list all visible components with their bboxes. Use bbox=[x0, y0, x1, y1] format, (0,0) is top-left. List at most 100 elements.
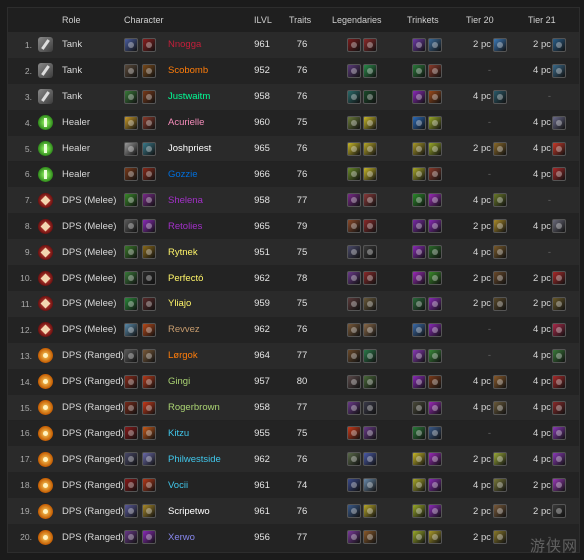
class-icon[interactable] bbox=[142, 400, 156, 415]
legendary-item-icon[interactable] bbox=[347, 167, 361, 182]
trinket-item-icon[interactable] bbox=[428, 271, 442, 286]
legendary-item-icon[interactable] bbox=[363, 452, 377, 467]
legendary-item-icon[interactable] bbox=[347, 504, 361, 519]
legendary-item-icon[interactable] bbox=[363, 530, 377, 545]
hunter-spec-icon[interactable] bbox=[124, 374, 138, 389]
legendary-item-icon[interactable] bbox=[363, 167, 377, 182]
tier20-set-icon[interactable] bbox=[493, 478, 507, 493]
header-trinkets[interactable]: Trinkets bbox=[407, 15, 439, 25]
trinket-item-icon[interactable] bbox=[412, 374, 426, 389]
character-name[interactable]: Joshpriest bbox=[168, 136, 211, 162]
warrior-spec-icon[interactable] bbox=[124, 322, 138, 337]
trinket-item-icon[interactable] bbox=[428, 89, 442, 104]
tier20-set-icon[interactable] bbox=[493, 271, 507, 286]
table-row[interactable]: 13. DPS (Ranged) Lørgok 964 77 - 4 pc bbox=[8, 342, 579, 369]
balance-spec-icon[interactable] bbox=[124, 348, 138, 363]
tier21-set-icon[interactable] bbox=[552, 322, 566, 337]
tier20-set-icon[interactable] bbox=[493, 219, 507, 234]
table-row[interactable]: 12. DPS (Melee) Revvez 962 76 - 4 pc bbox=[8, 316, 579, 343]
legendary-item-icon[interactable] bbox=[347, 452, 361, 467]
header-tier20[interactable]: Tier 20 bbox=[466, 15, 494, 25]
character-name[interactable]: Kitzu bbox=[168, 421, 189, 447]
class-icon[interactable] bbox=[142, 478, 156, 493]
legendary-item-icon[interactable] bbox=[347, 478, 361, 493]
trinket-item-icon[interactable] bbox=[412, 504, 426, 519]
legendary-item-icon[interactable] bbox=[363, 504, 377, 519]
legendary-item-icon[interactable] bbox=[347, 245, 361, 260]
hunter-spec-icon[interactable] bbox=[124, 400, 138, 415]
legendary-item-icon[interactable] bbox=[363, 89, 377, 104]
character-name[interactable]: Rytnek bbox=[168, 239, 198, 265]
character-name[interactable]: Scripetwo bbox=[168, 498, 210, 524]
trinket-item-icon[interactable] bbox=[428, 478, 442, 493]
class-icon[interactable] bbox=[142, 322, 156, 337]
header-role[interactable]: Role bbox=[62, 15, 81, 25]
legendary-item-icon[interactable] bbox=[363, 400, 377, 415]
table-row[interactable]: 15. DPS (Ranged) Rogerbrown 958 77 4 pc 4 pc bbox=[8, 394, 579, 421]
character-name[interactable]: Philwestside bbox=[168, 446, 221, 472]
trinket-item-icon[interactable] bbox=[428, 348, 442, 363]
character-name[interactable]: Shelena bbox=[168, 187, 203, 213]
character-name[interactable]: Revvez bbox=[168, 317, 200, 343]
trinket-item-icon[interactable] bbox=[412, 452, 426, 467]
class-icon[interactable] bbox=[142, 374, 156, 389]
tier20-set-icon[interactable] bbox=[493, 530, 507, 545]
brewmaster-spec-icon[interactable] bbox=[124, 89, 138, 104]
trinket-item-icon[interactable] bbox=[428, 193, 442, 208]
trinket-item-icon[interactable] bbox=[428, 322, 442, 337]
character-name[interactable]: Perfectó bbox=[168, 265, 203, 291]
tier20-set-icon[interactable] bbox=[493, 452, 507, 467]
legendary-item-icon[interactable] bbox=[363, 37, 377, 52]
trinket-item-icon[interactable] bbox=[428, 219, 442, 234]
character-name[interactable]: Rogerbrown bbox=[168, 395, 220, 421]
legendary-item-icon[interactable] bbox=[363, 193, 377, 208]
trinket-item-icon[interactable] bbox=[428, 296, 442, 311]
table-row[interactable]: 4. Healer Acurielle 960 75 - 4 pc bbox=[8, 109, 579, 136]
tier20-set-icon[interactable] bbox=[493, 504, 507, 519]
class-icon[interactable] bbox=[142, 193, 156, 208]
rogue-spec-icon[interactable] bbox=[124, 245, 138, 260]
trinket-item-icon[interactable] bbox=[428, 374, 442, 389]
legendary-item-icon[interactable] bbox=[347, 89, 361, 104]
tier21-set-icon[interactable] bbox=[552, 374, 566, 389]
class-icon[interactable] bbox=[142, 452, 156, 467]
tier20-set-icon[interactable] bbox=[493, 37, 507, 52]
legendary-item-icon[interactable] bbox=[347, 348, 361, 363]
mage-spec-icon[interactable] bbox=[124, 478, 138, 493]
rogue-spec-icon[interactable] bbox=[124, 271, 138, 286]
class-icon[interactable] bbox=[142, 271, 156, 286]
trinket-item-icon[interactable] bbox=[412, 478, 426, 493]
tier21-set-icon[interactable] bbox=[552, 296, 566, 311]
header-ilvl[interactable]: ILVL bbox=[254, 15, 272, 25]
tier21-set-icon[interactable] bbox=[552, 504, 566, 519]
trinket-item-icon[interactable] bbox=[412, 141, 426, 156]
table-row[interactable]: 10. DPS (Melee) Perfectó 962 78 2 pc 2 pc bbox=[8, 265, 579, 291]
table-row[interactable]: 18. DPS (Ranged) Vocii 961 74 4 pc 2 pc bbox=[8, 472, 579, 499]
character-name[interactable]: Vocii bbox=[168, 472, 188, 498]
legendary-item-icon[interactable] bbox=[347, 374, 361, 389]
class-icon[interactable] bbox=[142, 89, 156, 104]
legendary-item-icon[interactable] bbox=[347, 296, 361, 311]
mage-spec-icon[interactable] bbox=[124, 452, 138, 467]
character-name[interactable]: Retolies bbox=[168, 213, 202, 239]
trinket-item-icon[interactable] bbox=[412, 348, 426, 363]
warlock-spec-icon[interactable] bbox=[124, 530, 138, 545]
header-character[interactable]: Character bbox=[124, 15, 164, 25]
legendary-item-icon[interactable] bbox=[363, 141, 377, 156]
character-name[interactable]: Gingi bbox=[168, 369, 190, 395]
shadow-spec-icon[interactable] bbox=[124, 504, 138, 519]
character-name[interactable]: Scobomb bbox=[168, 58, 208, 84]
class-icon[interactable] bbox=[142, 115, 156, 130]
legendary-item-icon[interactable] bbox=[363, 478, 377, 493]
tier20-set-icon[interactable] bbox=[493, 193, 507, 208]
tier21-set-icon[interactable] bbox=[552, 63, 566, 78]
legendary-item-icon[interactable] bbox=[347, 37, 361, 52]
tier21-set-icon[interactable] bbox=[552, 452, 566, 467]
table-row[interactable]: 16. DPS (Ranged) Kitzu 955 75 - 4 pc bbox=[8, 420, 579, 447]
tier21-set-icon[interactable] bbox=[552, 426, 566, 441]
tier20-set-icon[interactable] bbox=[493, 296, 507, 311]
legendary-item-icon[interactable] bbox=[347, 115, 361, 130]
mage-spec-icon[interactable] bbox=[124, 426, 138, 441]
table-row[interactable]: 14. DPS (Ranged) Gingi 957 80 4 pc 4 pc bbox=[8, 368, 579, 395]
trinket-item-icon[interactable] bbox=[412, 296, 426, 311]
